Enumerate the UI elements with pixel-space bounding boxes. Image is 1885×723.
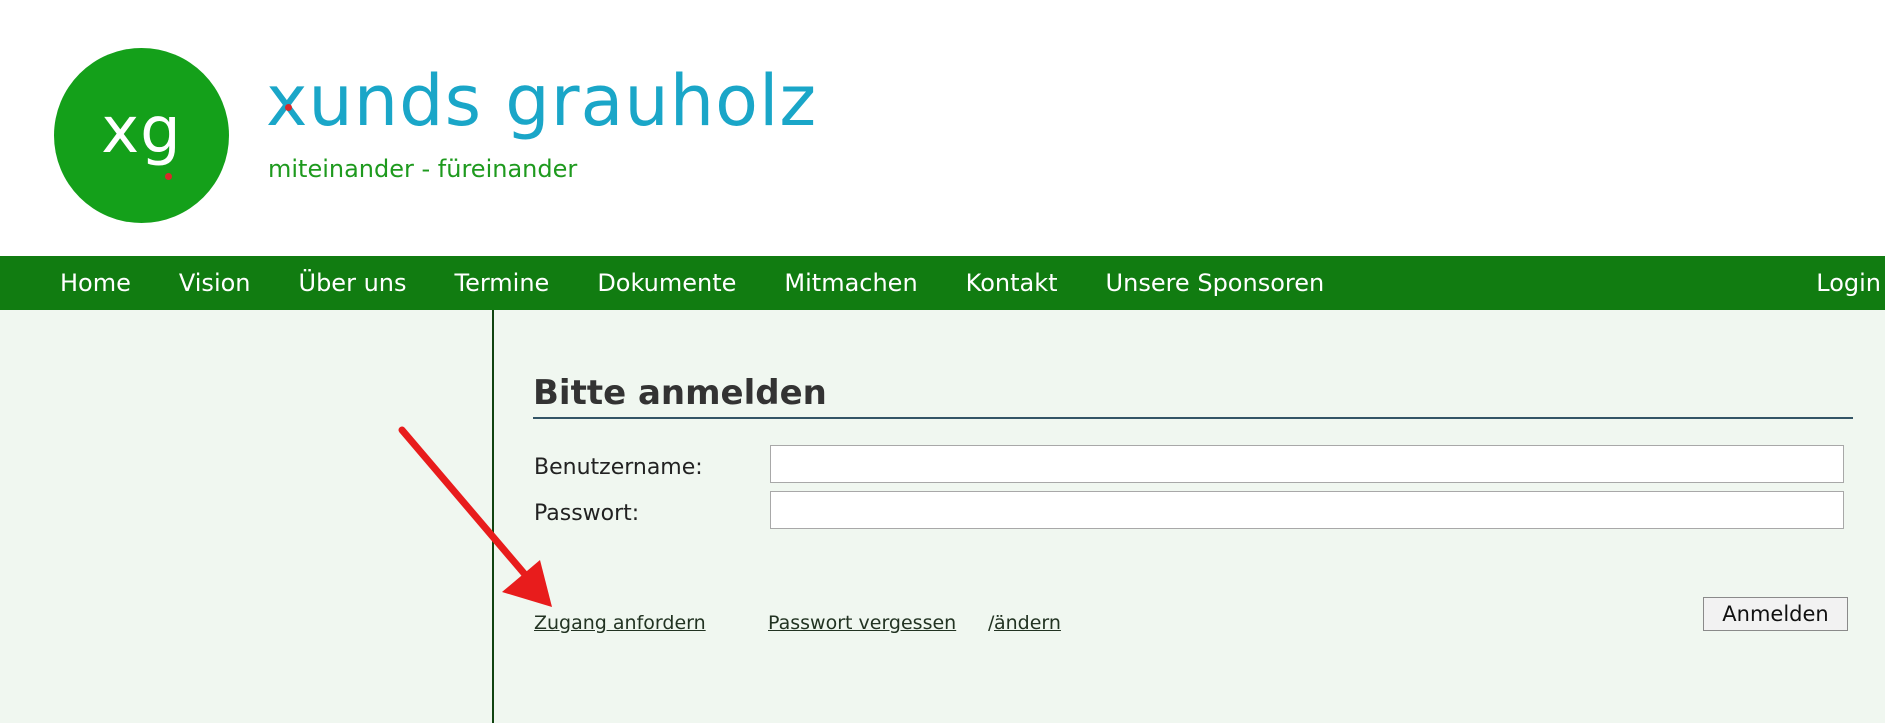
red-arrow-icon — [398, 426, 552, 607]
